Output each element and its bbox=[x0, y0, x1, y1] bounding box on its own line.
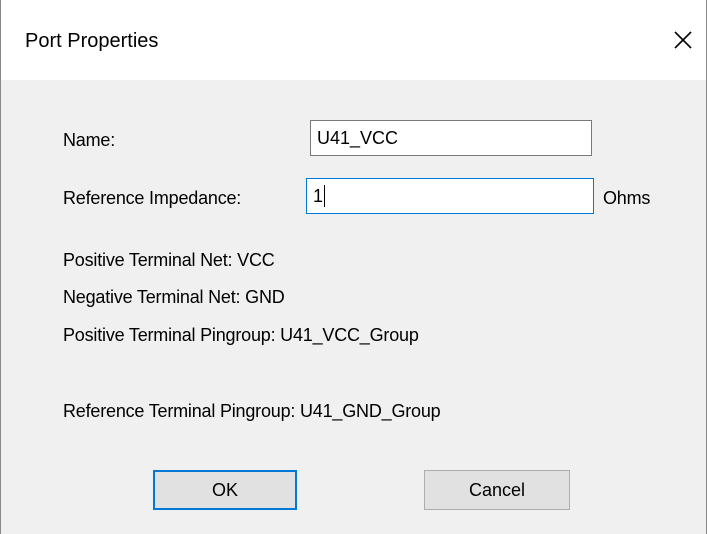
impedance-unit-label: Ohms bbox=[603, 188, 651, 208]
name-input[interactable]: U41_VCC bbox=[310, 120, 592, 156]
port-properties-dialog: Port Properties Name: U41_VCC Reference … bbox=[0, 0, 707, 534]
reference-impedance-label: Reference Impedance: bbox=[63, 188, 242, 208]
close-icon bbox=[674, 31, 692, 49]
name-input-value: U41_VCC bbox=[317, 128, 399, 148]
positive-terminal-net: Positive Terminal Net: VCC bbox=[63, 250, 275, 270]
name-label: Name: bbox=[63, 130, 116, 150]
cancel-button[interactable]: Cancel bbox=[424, 470, 570, 510]
text-caret bbox=[324, 185, 326, 208]
reference-impedance-input[interactable]: 1 bbox=[306, 178, 594, 214]
ok-button[interactable]: OK bbox=[153, 470, 297, 510]
dialog-title: Port Properties bbox=[25, 30, 159, 52]
title-bar: Port Properties bbox=[1, 0, 706, 80]
reference-terminal-pingroup: Reference Terminal Pingroup: U41_GND_Gro… bbox=[63, 401, 441, 421]
reference-impedance-value: 1 bbox=[313, 186, 324, 206]
negative-terminal-net: Negative Terminal Net: GND bbox=[63, 287, 285, 307]
close-button[interactable] bbox=[665, 22, 701, 58]
positive-terminal-pingroup: Positive Terminal Pingroup: U41_VCC_Grou… bbox=[63, 325, 419, 345]
